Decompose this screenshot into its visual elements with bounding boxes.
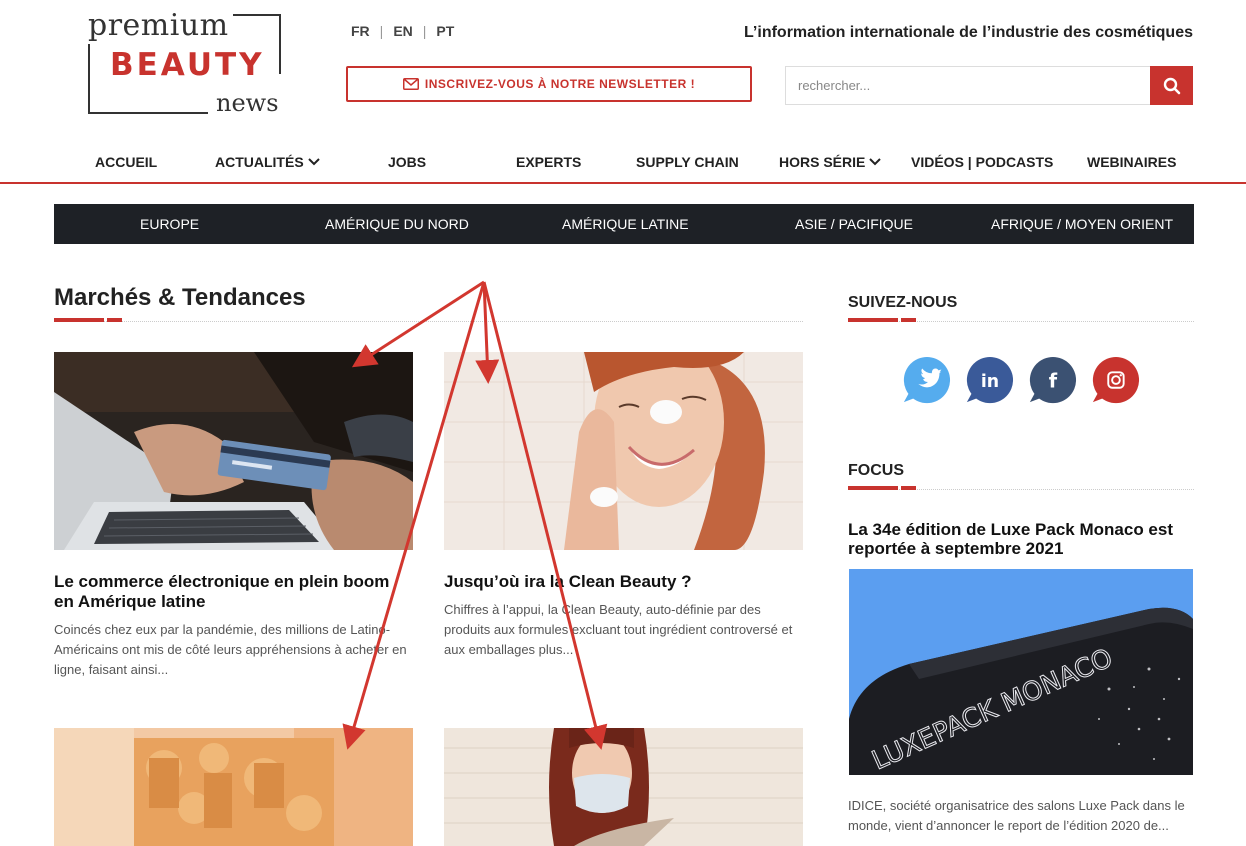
nav-label: EXPERTS: [516, 154, 582, 170]
logo-frame: [88, 112, 208, 114]
sidebar-accent: [848, 318, 898, 322]
packaging-illustration: [54, 728, 413, 846]
svg-text:f: f: [1049, 370, 1058, 393]
lang-pt[interactable]: PT: [436, 23, 454, 39]
focus-article-excerpt: IDICE, société organisatrice des salons …: [848, 798, 1185, 833]
region-europe[interactable]: EUROPE: [140, 216, 199, 232]
sidebar-accent: [901, 486, 916, 490]
search-input[interactable]: [785, 66, 1150, 105]
sidebar-divider: [848, 489, 1194, 490]
nav-label: ACCUEIL: [95, 154, 158, 170]
nav-accueil[interactable]: ACCUEIL: [95, 154, 157, 170]
section-accent: [107, 318, 122, 322]
nav-experts[interactable]: EXPERTS: [516, 154, 581, 170]
newsletter-label: INSCRIVEZ-VOUS À NOTRE NEWSLETTER !: [424, 77, 696, 91]
search-button[interactable]: [1150, 66, 1193, 105]
lang-fr[interactable]: FR: [351, 23, 370, 39]
nav-supply-chain[interactable]: SUPPLY CHAIN: [636, 154, 739, 170]
article-title[interactable]: Le commerce électronique en plein boom e…: [54, 572, 404, 612]
nav-label: JOBS: [388, 154, 427, 170]
nav-jobs[interactable]: JOBS: [388, 154, 426, 170]
laptop-card-illustration: [54, 352, 413, 550]
woman-cream-illustration: [444, 352, 803, 550]
instagram-icon: [1092, 356, 1140, 404]
language-switcher: FR | EN | PT: [351, 23, 454, 39]
region-latin-america[interactable]: AMÉRIQUE LATINE: [562, 216, 689, 232]
nav-hors-serie[interactable]: HORS SÉRIE: [779, 154, 882, 170]
nav-actualites[interactable]: ACTUALITÉS: [215, 154, 320, 170]
envelope-icon: [402, 78, 419, 90]
chevron-down-icon: [307, 158, 320, 166]
nav-videos-podcasts[interactable]: VIDÉOS | PODCASTS: [911, 154, 1053, 170]
search-bar: [785, 66, 1193, 105]
article-excerpt: Coincés chez eux par la pandémie, des mi…: [54, 622, 407, 677]
search-icon: [1163, 77, 1180, 94]
sidebar-accent: [901, 318, 916, 322]
follow-title: SUIVEZ-NOUS: [848, 294, 958, 311]
twitter-button[interactable]: [901, 356, 951, 404]
section-accent: [54, 318, 104, 322]
newsletter-button[interactable]: INSCRIVEZ-VOUS À NOTRE NEWSLETTER !: [346, 66, 752, 102]
twitter-icon: [903, 356, 951, 404]
lang-separator: |: [379, 23, 384, 39]
article-image-packaging[interactable]: [54, 728, 413, 846]
section-title: Marchés & Tendances: [54, 284, 306, 311]
section-divider: [54, 321, 803, 322]
nav-label: WEBINAIRES: [1087, 154, 1177, 170]
logo-premium[interactable]: premium: [88, 8, 233, 44]
nav-webinaires[interactable]: WEBINAIRES: [1087, 154, 1176, 170]
nav-label: VIDÉOS | PODCASTS: [911, 154, 1054, 170]
article-title[interactable]: Jusqu’où ira la Clean Beauty ?: [444, 572, 799, 592]
facebook-icon: f: [1029, 356, 1077, 404]
facebook-button[interactable]: f: [1027, 356, 1077, 404]
lang-separator: |: [422, 23, 427, 39]
logo-beauty[interactable]: BEAUTY: [110, 47, 265, 83]
focus-article-title[interactable]: La 34e édition de Luxe Pack Monaco est r…: [848, 520, 1193, 558]
svg-text:in: in: [981, 372, 999, 392]
site-tagline: L’information internationale de l’indust…: [744, 24, 1193, 41]
sidebar-accent: [848, 486, 898, 490]
article-excerpt: Chiffres à l’appui, la Clean Beauty, aut…: [444, 602, 793, 657]
linkedin-button[interactable]: in: [964, 356, 1014, 404]
luxepack-illustration: LUXEPACK MONACO: [849, 569, 1193, 775]
region-north-america[interactable]: AMÉRIQUE DU NORD: [325, 216, 469, 232]
region-asia-pacific[interactable]: ASIE / PACIFIQUE: [795, 216, 913, 232]
region-africa-middle-east[interactable]: AFRIQUE / MOYEN ORIENT: [991, 216, 1173, 232]
instagram-button[interactable]: [1090, 356, 1140, 404]
nav-label: HORS SÉRIE: [779, 154, 866, 170]
article-image-clean-beauty[interactable]: [444, 352, 803, 550]
logo-news[interactable]: news: [214, 88, 281, 118]
focus-title: FOCUS: [848, 462, 904, 479]
article-image-ecommerce[interactable]: [54, 352, 413, 550]
main-nav: ACCUEIL ACTUALITÉS JOBS EXPERTS SUPPLY C…: [0, 142, 1246, 184]
chevron-down-icon: [869, 158, 882, 166]
lang-en[interactable]: EN: [393, 23, 412, 39]
regions-bar: EUROPE AMÉRIQUE DU NORD AMÉRIQUE LATINE …: [54, 204, 1194, 244]
linkedin-icon: in: [966, 356, 1014, 404]
woman-mask-illustration: [444, 728, 803, 846]
nav-label: ACTUALITÉS: [215, 154, 304, 170]
logo-frame: [279, 14, 281, 74]
focus-article-image[interactable]: LUXEPACK MONACO: [849, 569, 1193, 775]
logo-frame: [88, 40, 90, 114]
article-image-mask[interactable]: [444, 728, 803, 846]
sidebar-divider: [848, 321, 1194, 322]
nav-label: SUPPLY CHAIN: [636, 154, 739, 170]
